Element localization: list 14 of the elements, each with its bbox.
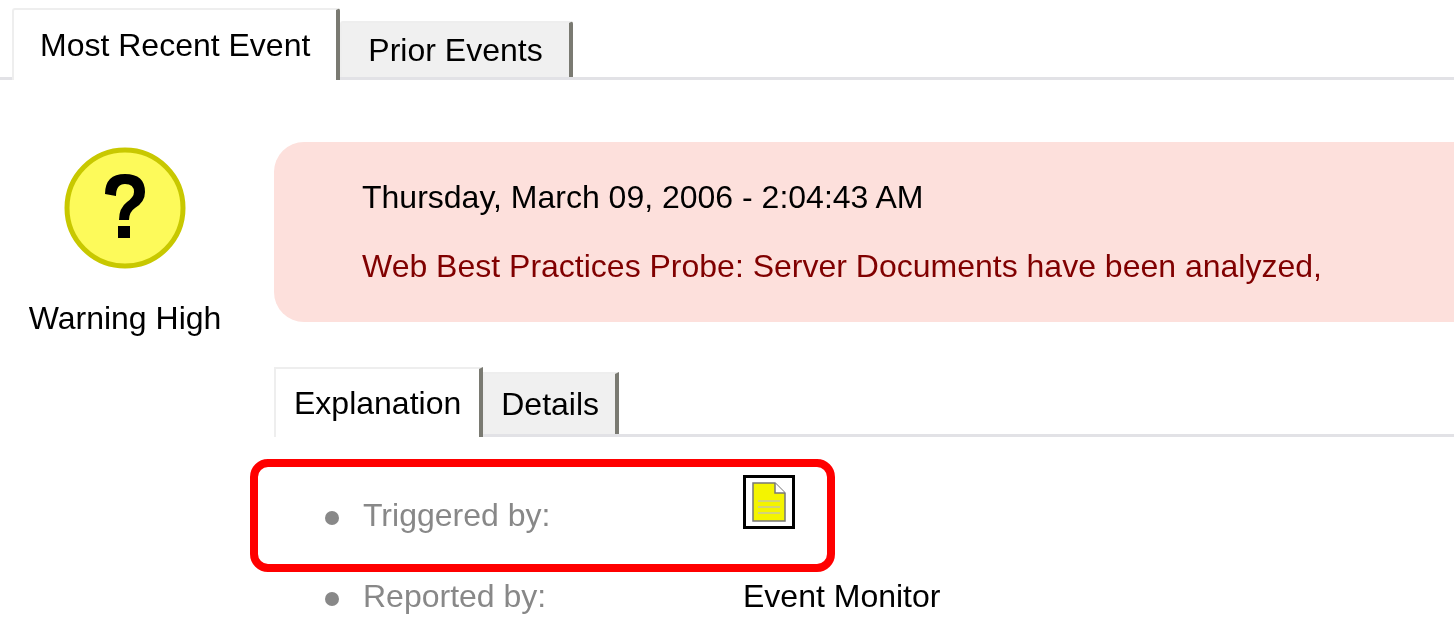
field-label: Triggered by: <box>363 497 552 534</box>
field-value: Event Monitor <box>743 578 941 615</box>
tab[interactable]: Explanation <box>274 367 484 437</box>
tab[interactable]: Most Recent Event <box>12 8 341 80</box>
field-label: Reported by: <box>363 578 548 615</box>
event-message: Web Best Practices Probe: Server Documents have been analyzed, <box>362 248 1323 285</box>
tab[interactable]: Prior Events <box>340 21 573 77</box>
bullet-icon <box>325 510 339 525</box>
severity-label: Warning High <box>28 300 222 337</box>
bullet-icon <box>325 591 339 606</box>
event-timestamp: Thursday, March 09, 2006 - 2:04:43 AM <box>362 179 925 216</box>
tab[interactable]: Details <box>483 372 620 434</box>
question-icon <box>63 146 187 270</box>
document-icon[interactable] <box>743 474 795 529</box>
